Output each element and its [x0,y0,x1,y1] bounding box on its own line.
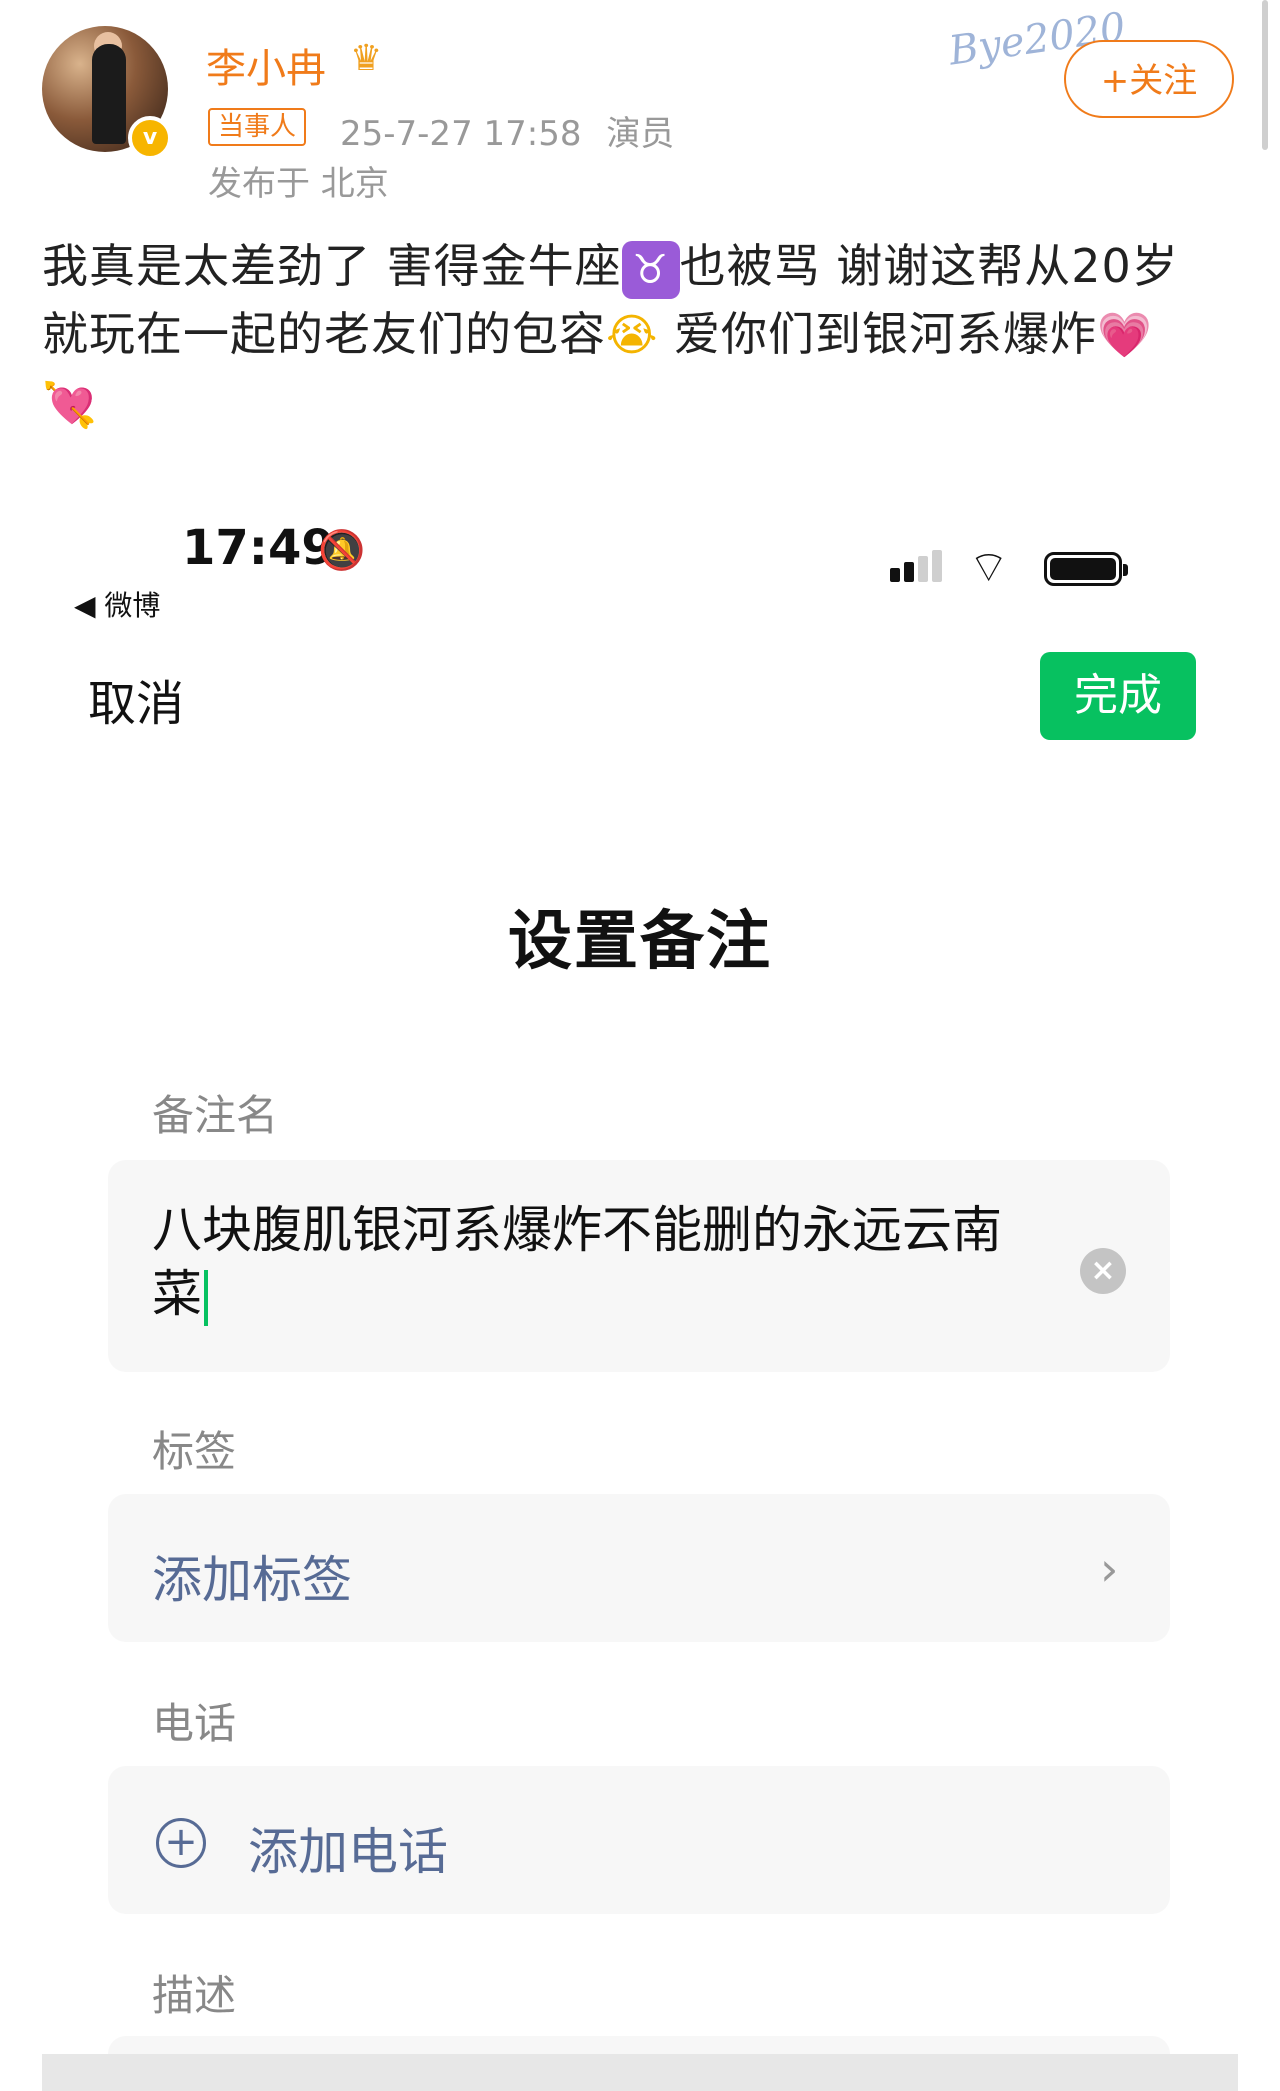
status-bar-time: 17:49 [182,520,335,576]
post-text: 我真是太差劲了 害得金牛座 ♉ 也被骂 谢谢这帮从20岁就玩在一起的老友们的包容😭 … [42,232,1222,440]
add-phone-link[interactable]: 添加电话 [248,1812,448,1884]
bell-off-icon: 🔕 [318,528,366,572]
text-caret [204,1269,208,1326]
done-button[interactable]: 完成 [1040,652,1196,740]
heart-emoji-icon: 💗 [1097,310,1153,361]
wifi-icon: ⌔ [968,542,1010,593]
cellular-signal-icon [890,550,946,582]
party-tag: 当事人 [208,108,307,146]
username[interactable]: 李小冉 [206,36,326,94]
post-meta: 25-7-27 17:58 演员 [340,106,674,155]
cancel-button[interactable]: 取消 [88,664,184,734]
post-text-part: 爱你们到银河系爆炸 [658,307,1098,361]
heart-arrow-emoji-icon: 💘 [42,380,98,431]
remark-input[interactable]: 八块腹肌银河系爆炸不能删的永远云南菜 [152,1198,1032,1326]
chevron-right-icon: › [1100,1542,1119,1596]
tag-label: 标签 [152,1427,237,1476]
taurus-emoji-icon: ♉ [621,240,680,299]
clear-icon[interactable]: × [1080,1248,1126,1294]
verified-badge-icon: v [128,116,172,160]
remark-input-value: 八块腹肌银河系爆炸不能删的永远云南菜 [152,1201,1002,1323]
description-label: 描述 [152,1971,237,2020]
bottom-bar [42,2054,1238,2091]
remark-label: 备注名 [152,1091,279,1140]
post-location: 发布于 北京 [208,164,389,204]
post-text-part: 我真是太差劲了 害得金牛座 [42,239,622,293]
phone-label: 电话 [152,1699,237,1748]
avatar-figure [92,44,126,144]
plus-circle-icon: + [156,1818,206,1868]
page-title: 设置备注 [508,905,772,979]
scrollbar[interactable] [1262,0,1268,150]
post-source: 演员 [606,114,675,154]
follow-button[interactable]: +关注 [1064,40,1234,118]
back-to-app-link[interactable]: ◀ 微博 [74,584,160,624]
crown-icon: ♛ [350,38,383,79]
add-tag-link[interactable]: 添加标签 [152,1540,352,1612]
battery-icon [1044,552,1128,586]
crying-emoji-icon: 😭 [606,310,659,361]
post-time: 25-7-27 17:58 [340,114,582,154]
